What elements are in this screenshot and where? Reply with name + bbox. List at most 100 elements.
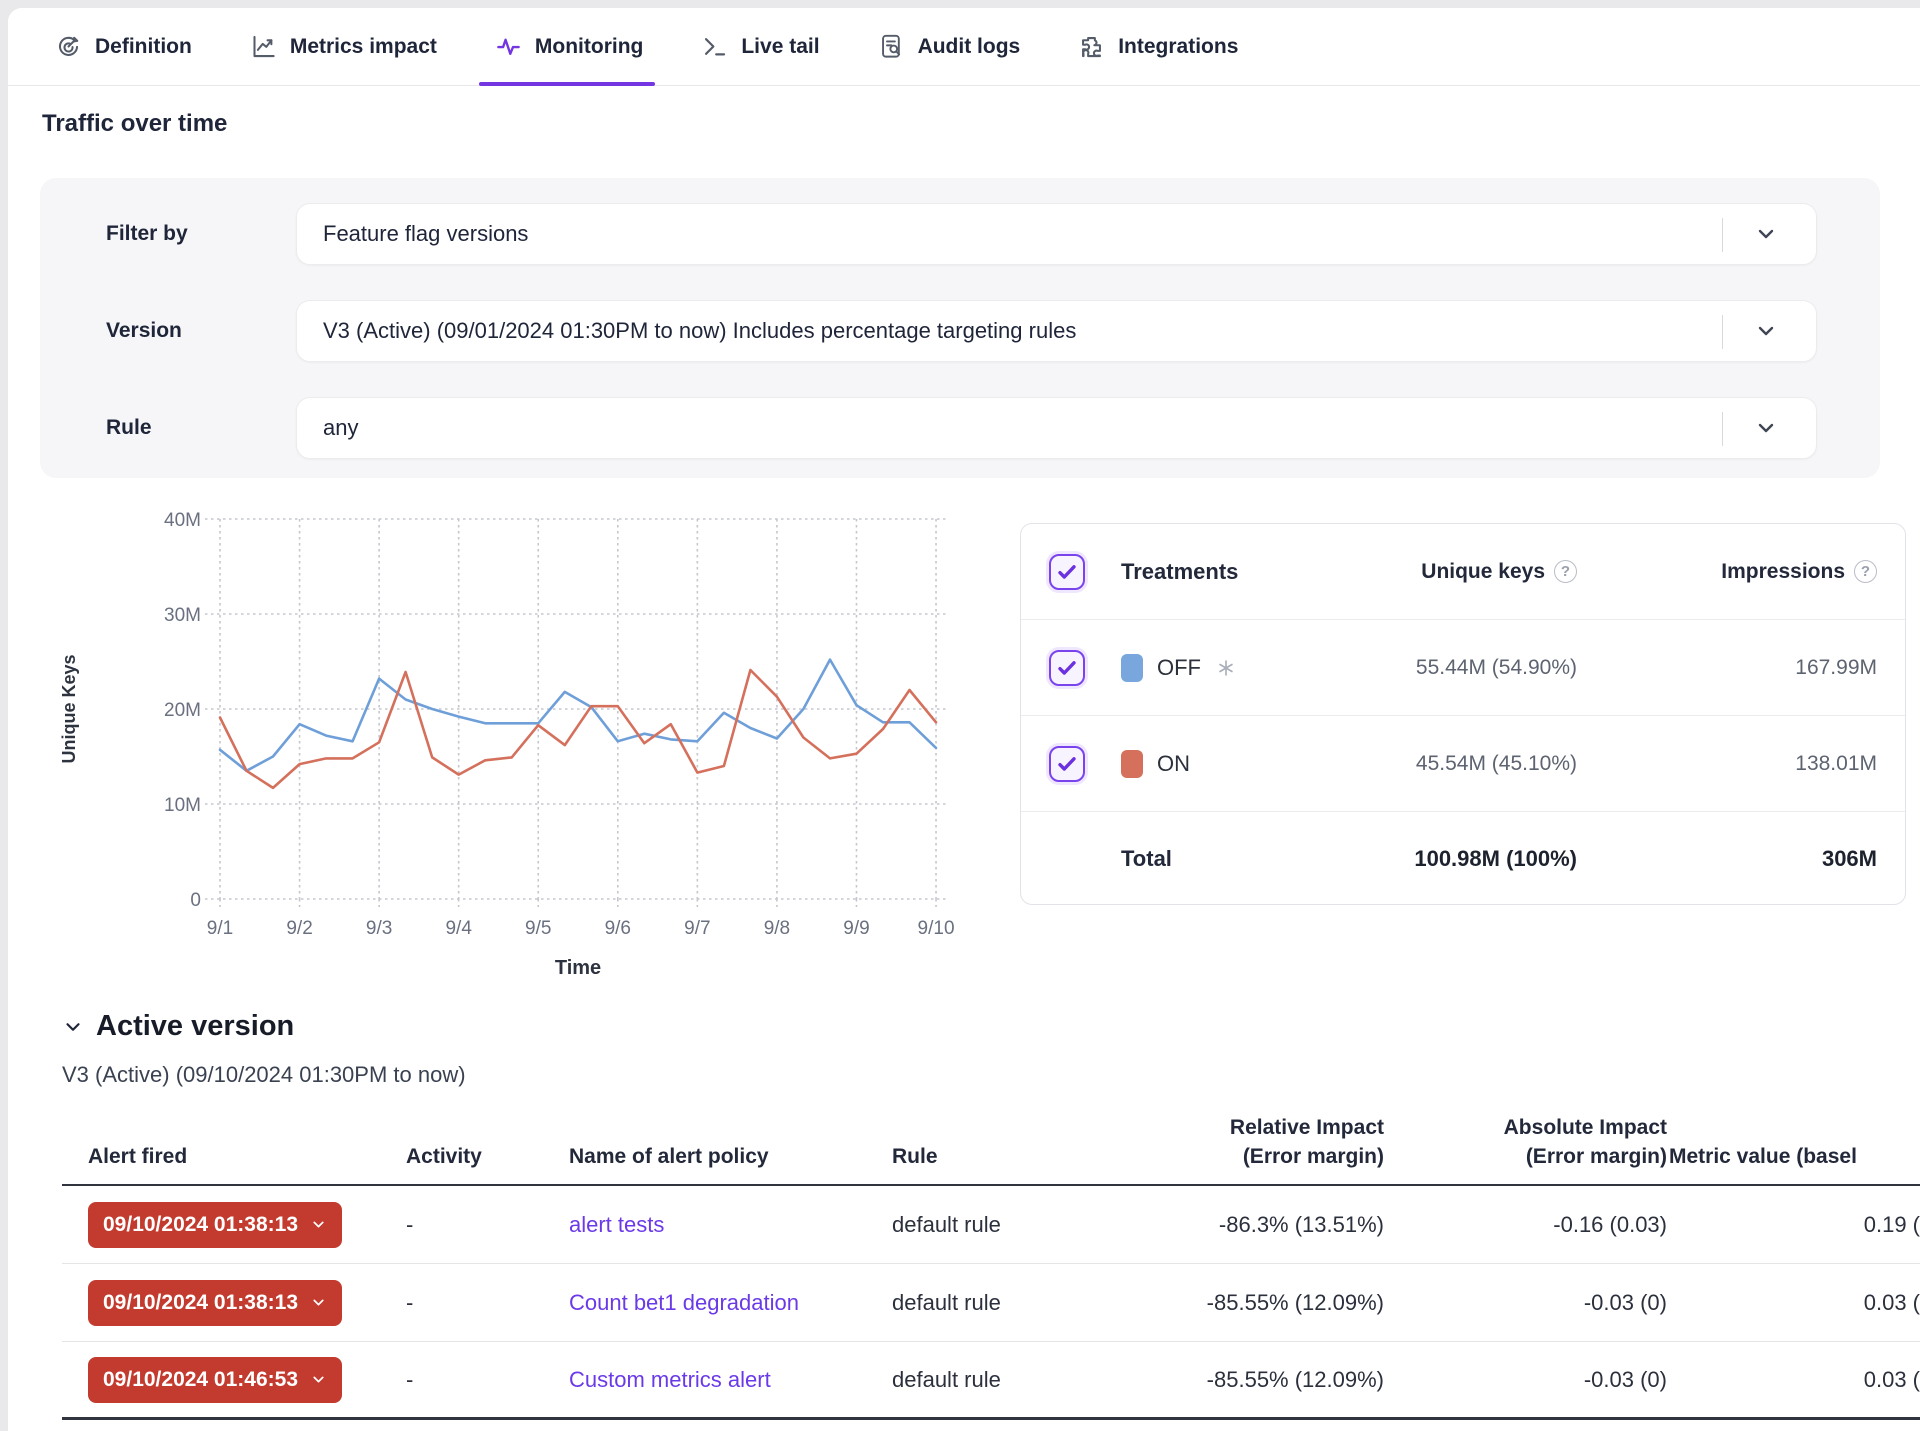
- x-tick-label: 9/1: [207, 918, 233, 939]
- unique-keys-value: 55.44M (54.90%): [1305, 656, 1577, 680]
- treatment-row-on: ON45.54M (45.10%)138.01M: [1021, 716, 1905, 812]
- tab-label: Integrations: [1118, 35, 1238, 59]
- x-tick-label: 9/4: [445, 918, 472, 939]
- policy-cell: alert tests: [569, 1212, 892, 1238]
- filter-row-filter-by: Filter by Feature flag versions: [40, 203, 1880, 265]
- impressions-header: Impressions?: [1577, 560, 1877, 584]
- y-tick-label: 0: [190, 890, 201, 911]
- help-icon[interactable]: ?: [1554, 560, 1577, 583]
- x-tick-label: 9/6: [605, 918, 631, 939]
- metric-value-cell: 0.03 (: [1667, 1290, 1920, 1316]
- alert-fired-badge[interactable]: 09/10/2024 01:38:13: [88, 1202, 342, 1248]
- treatments-card: TreatmentsUnique keys?Impressions?OFF55.…: [1020, 523, 1906, 905]
- section-title: Traffic over time: [42, 110, 227, 138]
- x-tick-label: 9/10: [918, 918, 955, 939]
- selected-value: V3 (Active) (09/01/2024 01:30PM to now) …: [323, 318, 1076, 344]
- alert-fired-badge[interactable]: 09/10/2024 01:46:53: [88, 1357, 342, 1403]
- chevron-down-icon[interactable]: [1754, 222, 1778, 246]
- rule-cell: default rule: [892, 1367, 1115, 1393]
- tab-label: Metrics impact: [290, 35, 437, 59]
- alert-policy-link[interactable]: Count bet1 degradation: [569, 1290, 799, 1315]
- alert-policy-link[interactable]: Custom metrics alert: [569, 1367, 771, 1392]
- series-on: [220, 670, 936, 788]
- impressions-value: 138.01M: [1577, 752, 1877, 776]
- x-axis-title: Time: [555, 957, 601, 979]
- filter-row-rule: Ruleany: [40, 397, 1880, 459]
- treatment-checkbox[interactable]: [1049, 650, 1085, 686]
- filter-by-select[interactable]: Feature flag versions: [296, 203, 1817, 265]
- alert-row: 09/10/2024 01:38:13 -alert tests default r…: [62, 1186, 1920, 1264]
- treatment-checkbox[interactable]: [1049, 746, 1085, 782]
- x-tick-label: 9/8: [764, 918, 790, 939]
- treatment-row-off: OFF55.44M (54.90%)167.99M: [1021, 620, 1905, 716]
- x-tick-label: 9/5: [525, 918, 551, 939]
- tab-label: Audit logs: [918, 35, 1021, 59]
- relative-impact-cell: -86.3% (13.51%): [1115, 1212, 1384, 1238]
- policy-cell: Count bet1 degradation: [569, 1290, 892, 1316]
- total-unique-keys: 100.98M (100%): [1305, 846, 1577, 872]
- asterisk-icon: [1215, 657, 1237, 679]
- series-off: [220, 660, 936, 771]
- impressions-value: 167.99M: [1577, 656, 1877, 680]
- metrics-impact-icon: [250, 33, 277, 60]
- relative-impact-cell: -85.55% (12.09%): [1115, 1290, 1384, 1316]
- alert-row: 09/10/2024 01:38:13-Count bet1 degradati…: [62, 1264, 1920, 1342]
- filter-panel: Filter byFeature flag versionsVersionV3 …: [40, 178, 1880, 478]
- tab-definition[interactable]: Definition: [55, 8, 192, 85]
- tab-audit-logs[interactable]: Audit logs: [878, 8, 1021, 85]
- tab-monitoring[interactable]: Monitoring: [495, 8, 643, 85]
- tab-label: Definition: [95, 35, 192, 59]
- line-chart: 40M30M20M10M09/19/29/39/49/59/69/79/89/9…: [55, 500, 955, 996]
- metric-value-cell: 0.19 (: [1667, 1212, 1920, 1238]
- chevron-down-icon[interactable]: [1754, 416, 1778, 440]
- activity-cell: -: [406, 1212, 569, 1238]
- active-version-header: Active version: [62, 1010, 294, 1043]
- chevron-down-icon[interactable]: [62, 1016, 84, 1038]
- monitoring-page: Definition Metrics impact Monitoring Live t…: [0, 0, 1920, 1431]
- integrations-icon: [1078, 33, 1105, 60]
- column-header-absolute: Absolute Impact(Error margin): [1384, 1114, 1667, 1171]
- version-select[interactable]: V3 (Active) (09/01/2024 01:30PM to now) …: [296, 300, 1817, 362]
- alert-fired-cell: 09/10/2024 01:38:13: [62, 1280, 406, 1326]
- chevron-down-icon: [310, 1294, 327, 1311]
- select-divider: [1722, 315, 1723, 349]
- y-tick-label: 30M: [164, 605, 201, 626]
- alert-fired-cell: 09/10/2024 01:46:53: [62, 1357, 406, 1403]
- rule-cell: default rule: [892, 1290, 1115, 1316]
- tab-live-tail[interactable]: Live tail: [701, 8, 819, 85]
- alerts-header-row: Alert firedActivityName of alert policyR…: [62, 1098, 1920, 1186]
- x-tick-label: 9/9: [843, 918, 869, 939]
- alert-fired-badge[interactable]: 09/10/2024 01:38:13: [88, 1280, 342, 1326]
- traffic-chart: 40M30M20M10M09/19/29/39/49/59/69/79/89/9…: [55, 500, 955, 996]
- treatments-header-row: TreatmentsUnique keys?Impressions?: [1021, 524, 1905, 620]
- unique-keys-header: Unique keys?: [1305, 560, 1577, 584]
- column-header-relative: Relative Impact(Error margin): [1115, 1114, 1384, 1171]
- treatment-name: OFF: [1121, 654, 1305, 682]
- alert-row: 09/10/2024 01:46:53 -Custom metrics alert…: [62, 1342, 1920, 1420]
- selected-value: Feature flag versions: [323, 221, 528, 247]
- tab-integrations[interactable]: Integrations: [1078, 8, 1238, 85]
- chevron-down-icon: [310, 1216, 327, 1233]
- tab-metrics-impact[interactable]: Metrics impact: [250, 8, 437, 85]
- y-tick-label: 10M: [164, 795, 201, 816]
- select-divider: [1722, 412, 1723, 446]
- column-header-rule: Rule: [892, 1143, 1115, 1171]
- rule-select[interactable]: any: [296, 397, 1817, 459]
- rule-cell: default rule: [892, 1212, 1115, 1238]
- treatments-header: Treatments: [1121, 559, 1305, 585]
- help-icon[interactable]: ?: [1854, 560, 1877, 583]
- filter-label: Filter by: [106, 222, 188, 246]
- column-header-metric: Metric value (basel: [1667, 1143, 1920, 1171]
- active-version-subtitle: V3 (Active) (09/10/2024 01:30PM to now): [62, 1062, 466, 1088]
- activity-cell: -: [406, 1367, 569, 1393]
- treatment-checkbox[interactable]: [1049, 554, 1085, 590]
- column-header-activity: Activity: [406, 1143, 569, 1171]
- relative-impact-cell: -85.55% (12.09%): [1115, 1367, 1384, 1393]
- series-color-swatch: [1121, 654, 1143, 682]
- chevron-down-icon[interactable]: [1754, 319, 1778, 343]
- unique-keys-value: 45.54M (45.10%): [1305, 752, 1577, 776]
- alert-policy-link[interactable]: alert tests: [569, 1212, 664, 1237]
- chevron-down-icon: [310, 1371, 327, 1388]
- treatments-total-row: Total100.98M (100%)306M: [1021, 812, 1905, 905]
- audit-logs-icon: [878, 33, 905, 60]
